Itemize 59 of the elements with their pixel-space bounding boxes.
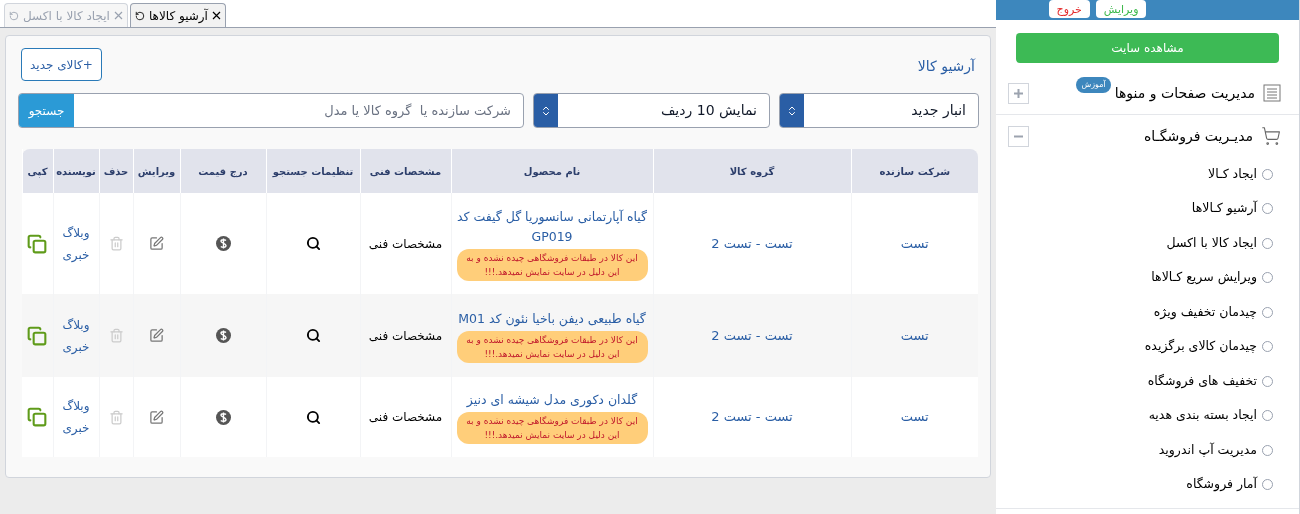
product-name-link[interactable]: گیاه آپارتمانی سانسوریا گل گیفت کد GP019: [456, 206, 648, 247]
menu-item[interactable]: آمار فروشگاه: [996, 467, 1299, 502]
plus-icon: [1012, 86, 1025, 100]
menu-section-title[interactable]: مدیـریت فروشگـاه: [1144, 125, 1253, 147]
search-icon[interactable]: [305, 409, 321, 425]
spec-link[interactable]: مشخصات فنی: [360, 377, 451, 457]
table-cell: تست: [851, 377, 978, 457]
dollar-icon[interactable]: [215, 328, 231, 343]
column-header: نویسنده: [53, 149, 99, 193]
edit-icon[interactable]: [149, 409, 164, 425]
author-link[interactable]: وبلاگ خبری: [53, 377, 99, 457]
panel-title: آرشیو کالا: [917, 57, 975, 77]
edit-icon[interactable]: [149, 328, 164, 343]
column-header: کپی: [22, 149, 53, 193]
warning-badge: این کالا در طبقات فروشگاهی چیده نشده و به این دلیل در سایت نمایش نمیدهد.!!!: [456, 248, 648, 281]
new-product-button[interactable]: +کالای جدید: [21, 48, 102, 81]
column-header: درج قیمت: [180, 149, 266, 193]
sort-arrows-icon: [540, 104, 552, 117]
column-header: گروه کالا: [653, 149, 851, 193]
tutorial-badge[interactable]: آموزش: [1076, 77, 1111, 93]
dollar-icon[interactable]: [215, 236, 231, 251]
menu-item[interactable]: ویرایش سریع کـالاها: [996, 260, 1299, 295]
close-icon[interactable]: [211, 11, 221, 20]
menu-item[interactable]: مدیریت آپ اندروید: [996, 433, 1299, 468]
edit-icon[interactable]: [149, 236, 164, 251]
warning-badge: این کالا در طبقات فروشگاهی چیده نشده و به این دلیل در سایت نمایش نمیدهد.!!!: [456, 330, 648, 363]
copy-icon[interactable]: [27, 233, 48, 254]
expand-button[interactable]: [1008, 82, 1029, 104]
search-icon[interactable]: [305, 236, 321, 251]
warning-badge: این کالا در طبقات فروشگاهی چیده نشده و به این دلیل در سایت نمایش نمیدهد.!!!: [456, 412, 648, 444]
warehouse-select[interactable]: انبار جدید: [779, 93, 979, 128]
dollar-icon[interactable]: [215, 409, 231, 425]
product-name-link[interactable]: گیاه طبیعی دیفن باخیا نئون کد M01: [458, 308, 646, 329]
menu-item[interactable]: ایجاد کـالا: [996, 157, 1299, 192]
rows-select[interactable]: نمایش 10 ردیف: [533, 93, 770, 128]
column-header: ویرایش: [133, 149, 180, 193]
tab[interactable]: آرشیو کالاها: [129, 3, 226, 27]
table-cell: تست - تست 2: [653, 377, 851, 457]
search-icon[interactable]: [305, 328, 321, 343]
menu-item[interactable]: ایجاد کالا با اکسل: [996, 226, 1299, 261]
column-header: شرکت سازنده: [851, 149, 978, 193]
menu-item[interactable]: چیدمان تخفیف ویژه: [996, 295, 1299, 330]
menu-item[interactable]: چیدمان کالای برگزیده: [996, 329, 1299, 364]
column-header: نام محصول: [451, 149, 653, 193]
menu-item[interactable]: ایجاد بسته بندی هدیه: [996, 398, 1299, 433]
column-header: حذف: [99, 149, 133, 193]
product-name-link[interactable]: گلدان دکوری مدل شیشه ای دنیز: [466, 390, 638, 410]
column-header: تنظیمات جستجو: [266, 149, 360, 193]
exit-button[interactable]: خروج: [1048, 0, 1090, 18]
column-header: مشخصات فنی: [360, 149, 451, 193]
menu-item[interactable]: آرشیو کـالاها: [996, 191, 1299, 226]
reload-icon[interactable]: [134, 10, 145, 21]
cart-icon: [1261, 126, 1281, 146]
copy-icon[interactable]: [27, 325, 48, 346]
menu-section-title[interactable]: مدیریت صفحات و منوها: [1114, 82, 1255, 104]
sort-arrows-icon: [786, 104, 798, 117]
menu-item[interactable]: تخفیف های فروشگاه: [996, 364, 1299, 399]
copy-icon[interactable]: [27, 407, 48, 427]
list-icon: [1263, 84, 1281, 102]
